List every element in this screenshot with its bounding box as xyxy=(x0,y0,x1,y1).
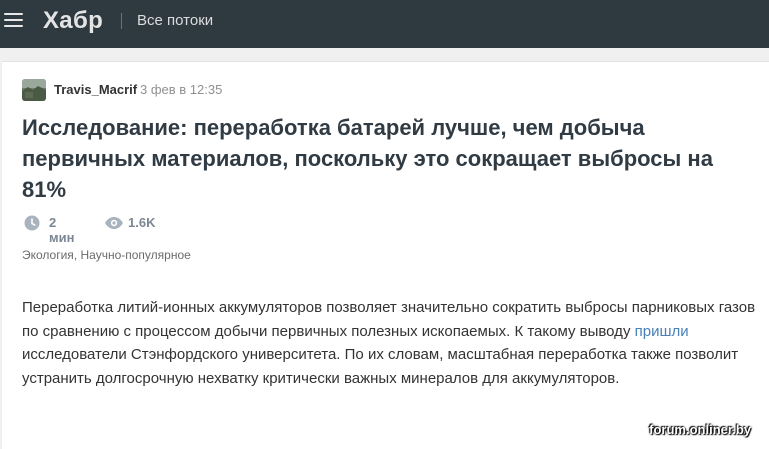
lead-text: исследователи Стэнфордского университета… xyxy=(22,346,739,387)
clock-icon xyxy=(24,215,40,231)
hub-list: Экология, Научно-популярное xyxy=(22,248,191,262)
hub-link[interactable]: Экология xyxy=(22,248,74,262)
hamburger-menu-icon[interactable] xyxy=(4,12,24,28)
publish-date: 3 фев в 12:35 xyxy=(140,82,223,97)
author-avatar[interactable] xyxy=(22,79,46,101)
article-lead-paragraph: Переработка литий-ионных аккумуляторов п… xyxy=(22,296,762,390)
eye-icon xyxy=(105,217,123,229)
watermark: forum.onliner.by xyxy=(649,422,751,437)
reading-time-value: 2 мин xyxy=(49,215,75,245)
top-navigation-bar: Хабр Все потоки xyxy=(0,0,769,48)
article-card: Travis_Macrif 3 фев в 12:35 Исследование… xyxy=(2,61,769,449)
all-flows-link[interactable]: Все потоки xyxy=(137,12,213,29)
author-name-link[interactable]: Travis_Macrif xyxy=(54,82,137,97)
article-title[interactable]: Исследование: переработка батарей лучше,… xyxy=(22,112,752,205)
habr-logo[interactable]: Хабр xyxy=(43,7,103,35)
source-link[interactable]: пришли xyxy=(635,323,689,340)
hub-link[interactable]: Научно-популярное xyxy=(80,248,190,262)
header-divider xyxy=(121,13,122,29)
views-value: 1.6K xyxy=(128,215,156,230)
